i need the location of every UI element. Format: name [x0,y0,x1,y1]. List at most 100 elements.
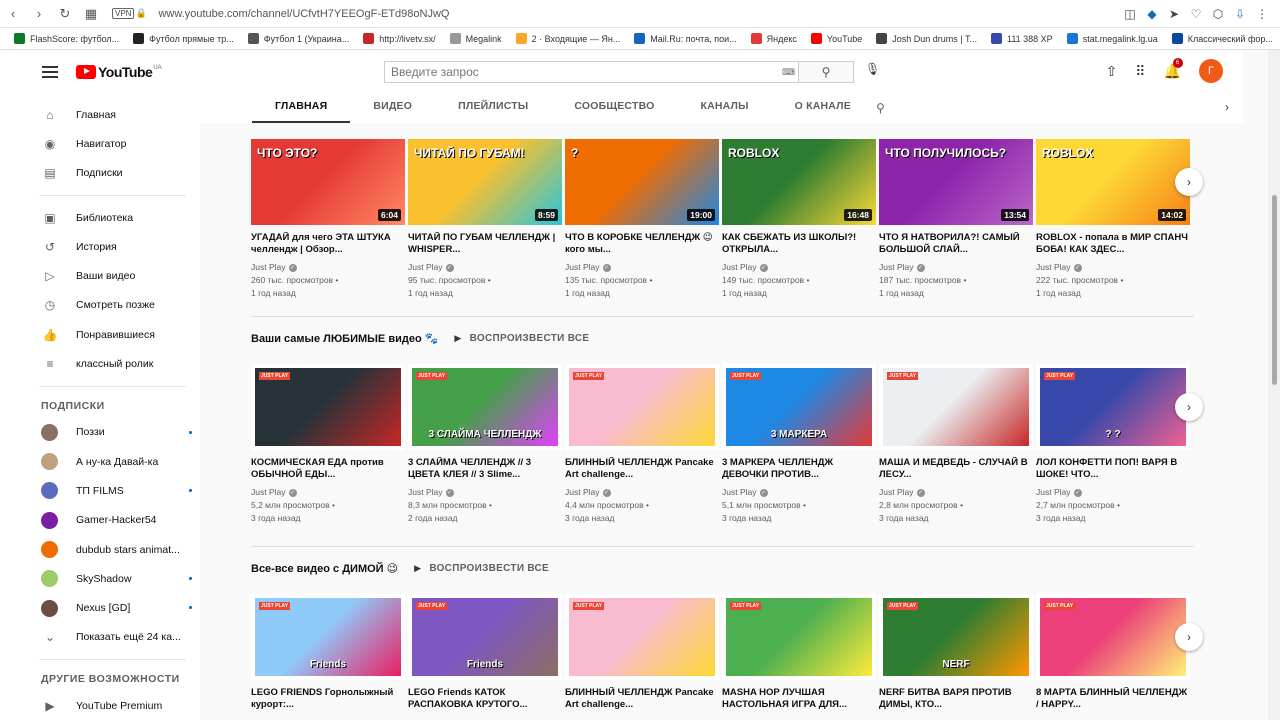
sidebar-item[interactable]: ▤ Подписки [25,159,200,188]
shield-icon[interactable]: ◆ [1144,7,1160,21]
tabs-grid-icon[interactable]: ▦ [78,0,104,28]
bookmark-item[interactable]: stat.megalink.lg.ua [1066,33,1158,44]
shelf-next-button[interactable]: › [1175,393,1203,421]
bookmark-item[interactable]: 2 · Входящие — Ян... [515,33,620,44]
bookmark-item[interactable]: Mail.Ru: почта, пои... [634,33,737,44]
video-card[interactable]: JUST PLAY 8 МАРТА БЛИННЫЙ ЧЕЛЛЕНДЖ / HAPP… [1036,594,1190,710]
video-title[interactable]: ROBLOX - попала в МИР СПАНЧ БОБА! КАК ЗД… [1036,232,1190,255]
tab-3[interactable]: ПЛЕЙЛИСТЫ [435,93,551,123]
video-title[interactable]: МАША И МЕДВЕДЬ - СЛУЧАЙ В ЛЕСУ... [879,457,1033,480]
bookmark-item[interactable]: Классический фор... [1171,33,1273,44]
sidebar-item[interactable]: ≡ классный ролик [25,349,200,378]
show-more-button[interactable]: ⌄ Показать ещё 24 ка... [25,623,200,652]
bookmark-item[interactable]: FlashScore: футбол... [14,33,119,44]
mic-icon[interactable]: 🎙 [865,62,880,76]
video-thumbnail[interactable]: ЧИТАЙ ПО ГУБАМ! 8:59 [408,139,562,225]
chevron-right-icon[interactable]: › [1225,100,1229,114]
video-thumbnail[interactable]: JUST PLAY Friends [408,594,562,680]
subscription-item[interactable]: Поззи [25,418,200,447]
search-button[interactable]: ⚲ [798,61,854,83]
sidebar-item[interactable]: ◉ Навигатор [25,129,200,158]
sidebar-item[interactable]: ↺ История [25,232,200,261]
video-title[interactable]: 8 МАРТА БЛИННЫЙ ЧЕЛЛЕНДЖ / HAPPY... [1036,687,1190,710]
video-card[interactable]: JUST PLAY 3 МАРКЕРА 3 МАРКЕРА ЧЕЛЛЕНДЖ ДЕВ… [722,364,876,525]
reload-icon[interactable]: ↻ [52,0,78,28]
youtube-logo[interactable]: YouTube UA [76,64,162,80]
video-thumbnail[interactable]: JUST PLAY [722,594,876,680]
channel-name[interactable]: Just Play [565,262,600,272]
video-thumbnail[interactable]: ROBLOX 14:02 [1036,139,1190,225]
channel-name[interactable]: Just Play [1036,487,1071,497]
video-card[interactable]: ROBLOX 16:48 КАК СБЕЖАТЬ ИЗ ШКОЛЫ?! ОТКРЫЛ… [722,139,876,300]
channel-name[interactable]: Just Play [879,487,914,497]
subscription-item[interactable]: ТП FILMS [25,476,200,505]
video-thumbnail[interactable]: JUST PLAY [1036,594,1190,680]
sidebar-item[interactable]: ▷ Ваши видео [25,261,200,290]
youtube-premium-item[interactable]: ▶ YouTube Premium [25,691,200,720]
upload-icon[interactable]: ⇧ [1106,63,1118,80]
tab-2[interactable]: ВИДЕО [350,93,435,123]
address-bar[interactable]: www.youtube.com/channel/UCfvtH7YEEOgF-ET… [158,8,1122,20]
forward-icon[interactable]: › [26,0,52,28]
shelf-title[interactable]: Ваши самые ЛЮБИМЫЕ видео 🐾 [251,332,438,345]
video-thumbnail[interactable]: JUST PLAY [565,594,719,680]
video-card[interactable]: JUST PLAY Friends LEGO FRIENDS Горнолыжный… [251,594,405,710]
video-card[interactable]: JUST PLAY БЛИННЫЙ ЧЕЛЛЕНДЖ Pancake Art ch… [565,594,719,710]
video-title[interactable]: КОСМИЧЕСКАЯ ЕДА против ОБЫЧНОЙ ЕДЫ... [251,457,405,480]
bookmark-item[interactable]: Футбол прямые тр... [133,33,234,44]
channel-name[interactable]: Just Play [408,262,443,272]
video-thumbnail[interactable]: ЧТО ЭТО? 6:04 [251,139,405,225]
video-thumbnail[interactable]: ЧТО ПОЛУЧИЛОСЬ? 13:54 [879,139,1033,225]
video-card[interactable]: ? 19:00 ЧТО В КОРОБКЕ ЧЕЛЛЕНДЖ 😉 кого мы..… [565,139,719,300]
video-thumbnail[interactable]: ? 19:00 [565,139,719,225]
sidebar-item[interactable]: 👍 Понравившиеся [25,320,200,349]
avatar[interactable]: Г [1199,59,1223,83]
sidebar-item[interactable]: ◷ Смотреть позже [25,291,200,320]
channel-name[interactable]: Just Play [565,487,600,497]
video-thumbnail[interactable]: ROBLOX 16:48 [722,139,876,225]
channel-name[interactable]: Just Play [722,487,757,497]
video-card[interactable]: JUST PLAY МАША И МЕДВЕДЬ - СЛУЧАЙ В ЛЕСУ.… [879,364,1033,525]
video-card[interactable]: JUST PLAY 3 СЛАЙМА ЧЕЛЛЕНДЖ 3 СЛАЙМА ЧЕЛЛЕ… [408,364,562,525]
video-title[interactable]: NERF БИТВА ВАРЯ ПРОТИВ ДИМЫ, КТО... [879,687,1033,710]
video-card[interactable]: JUST PLAY КОСМИЧЕСКАЯ ЕДА против ОБЫЧНОЙ … [251,364,405,525]
video-title[interactable]: ЧТО Я НАТВОРИЛА?! САМЫЙ БОЛЬШОЙ СЛАЙ... [879,232,1033,255]
shelf-next-button[interactable]: › [1175,623,1203,651]
video-thumbnail[interactable]: JUST PLAY [251,364,405,450]
shelf-next-button[interactable]: › [1175,168,1203,196]
video-card[interactable]: JUST PLAY БЛИННЫЙ ЧЕЛЛЕНДЖ Pancake Art ch… [565,364,719,525]
play-all-button[interactable]: ▶ ВОСПРОИЗВЕСТИ ВСЕ [454,333,589,344]
search-input[interactable] [384,61,798,83]
video-card[interactable]: ЧТО ЭТО? 6:04 УГАДАЙ для чего ЭТА ШТУКА че… [251,139,405,300]
video-title[interactable]: 3 СЛАЙМА ЧЕЛЛЕНДЖ // 3 ЦВЕТА КЛЕЯ // 3 S… [408,457,562,480]
video-title[interactable]: ЧИТАЙ ПО ГУБАМ ЧЕЛЛЕНДЖ | WHISPER... [408,232,562,255]
download-icon[interactable]: ⇩ [1232,7,1248,21]
subscription-item[interactable]: Gamer-Hacker54 [25,506,200,535]
video-title[interactable]: ЧТО В КОРОБКЕ ЧЕЛЛЕНДЖ 😉 кого мы... [565,232,719,255]
send-icon[interactable]: ➤ [1166,7,1182,21]
channel-name[interactable]: Just Play [251,262,286,272]
bookmark-item[interactable]: Megalink [449,33,502,44]
video-title[interactable]: УГАДАЙ для чего ЭТА ШТУКА челлендж | Обз… [251,232,405,255]
subscription-item[interactable]: dubdub stars animat... [25,535,200,564]
bookmark-item[interactable]: http://livetv.sx/ [363,33,436,44]
bookmark-item[interactable]: Josh Dun drums | T... [876,33,977,44]
tab-6[interactable]: О КАНАЛЕ [772,93,874,123]
video-card[interactable]: ROBLOX 14:02 ROBLOX - попала в МИР СПАНЧ Б… [1036,139,1190,300]
keyboard-icon[interactable]: ⌨ [782,67,795,78]
channel-name[interactable]: Just Play [251,487,286,497]
video-thumbnail[interactable]: JUST PLAY [565,364,719,450]
video-card[interactable]: ЧИТАЙ ПО ГУБАМ! 8:59 ЧИТАЙ ПО ГУБАМ ЧЕЛЛЕН… [408,139,562,300]
tab-5[interactable]: КАНАЛЫ [677,93,771,123]
scrollbar[interactable] [1268,50,1280,720]
video-thumbnail[interactable]: JUST PLAY 3 МАРКЕРА [722,364,876,450]
bookmark-item[interactable]: 111 388 XP [990,33,1053,44]
tab-4[interactable]: СООБЩЕСТВО [551,93,677,123]
back-icon[interactable]: ‹ [0,0,26,28]
search-icon[interactable]: ⚲ [876,101,885,115]
shelf-title[interactable]: Все-все видео с ДИМОЙ 😉 [251,562,398,575]
cube-icon[interactable]: ⬡ [1210,7,1226,21]
scrollbar-thumb[interactable] [1272,195,1277,385]
bookmark-item[interactable]: YouTube [810,33,862,44]
video-thumbnail[interactable]: JUST PLAY [879,364,1033,450]
